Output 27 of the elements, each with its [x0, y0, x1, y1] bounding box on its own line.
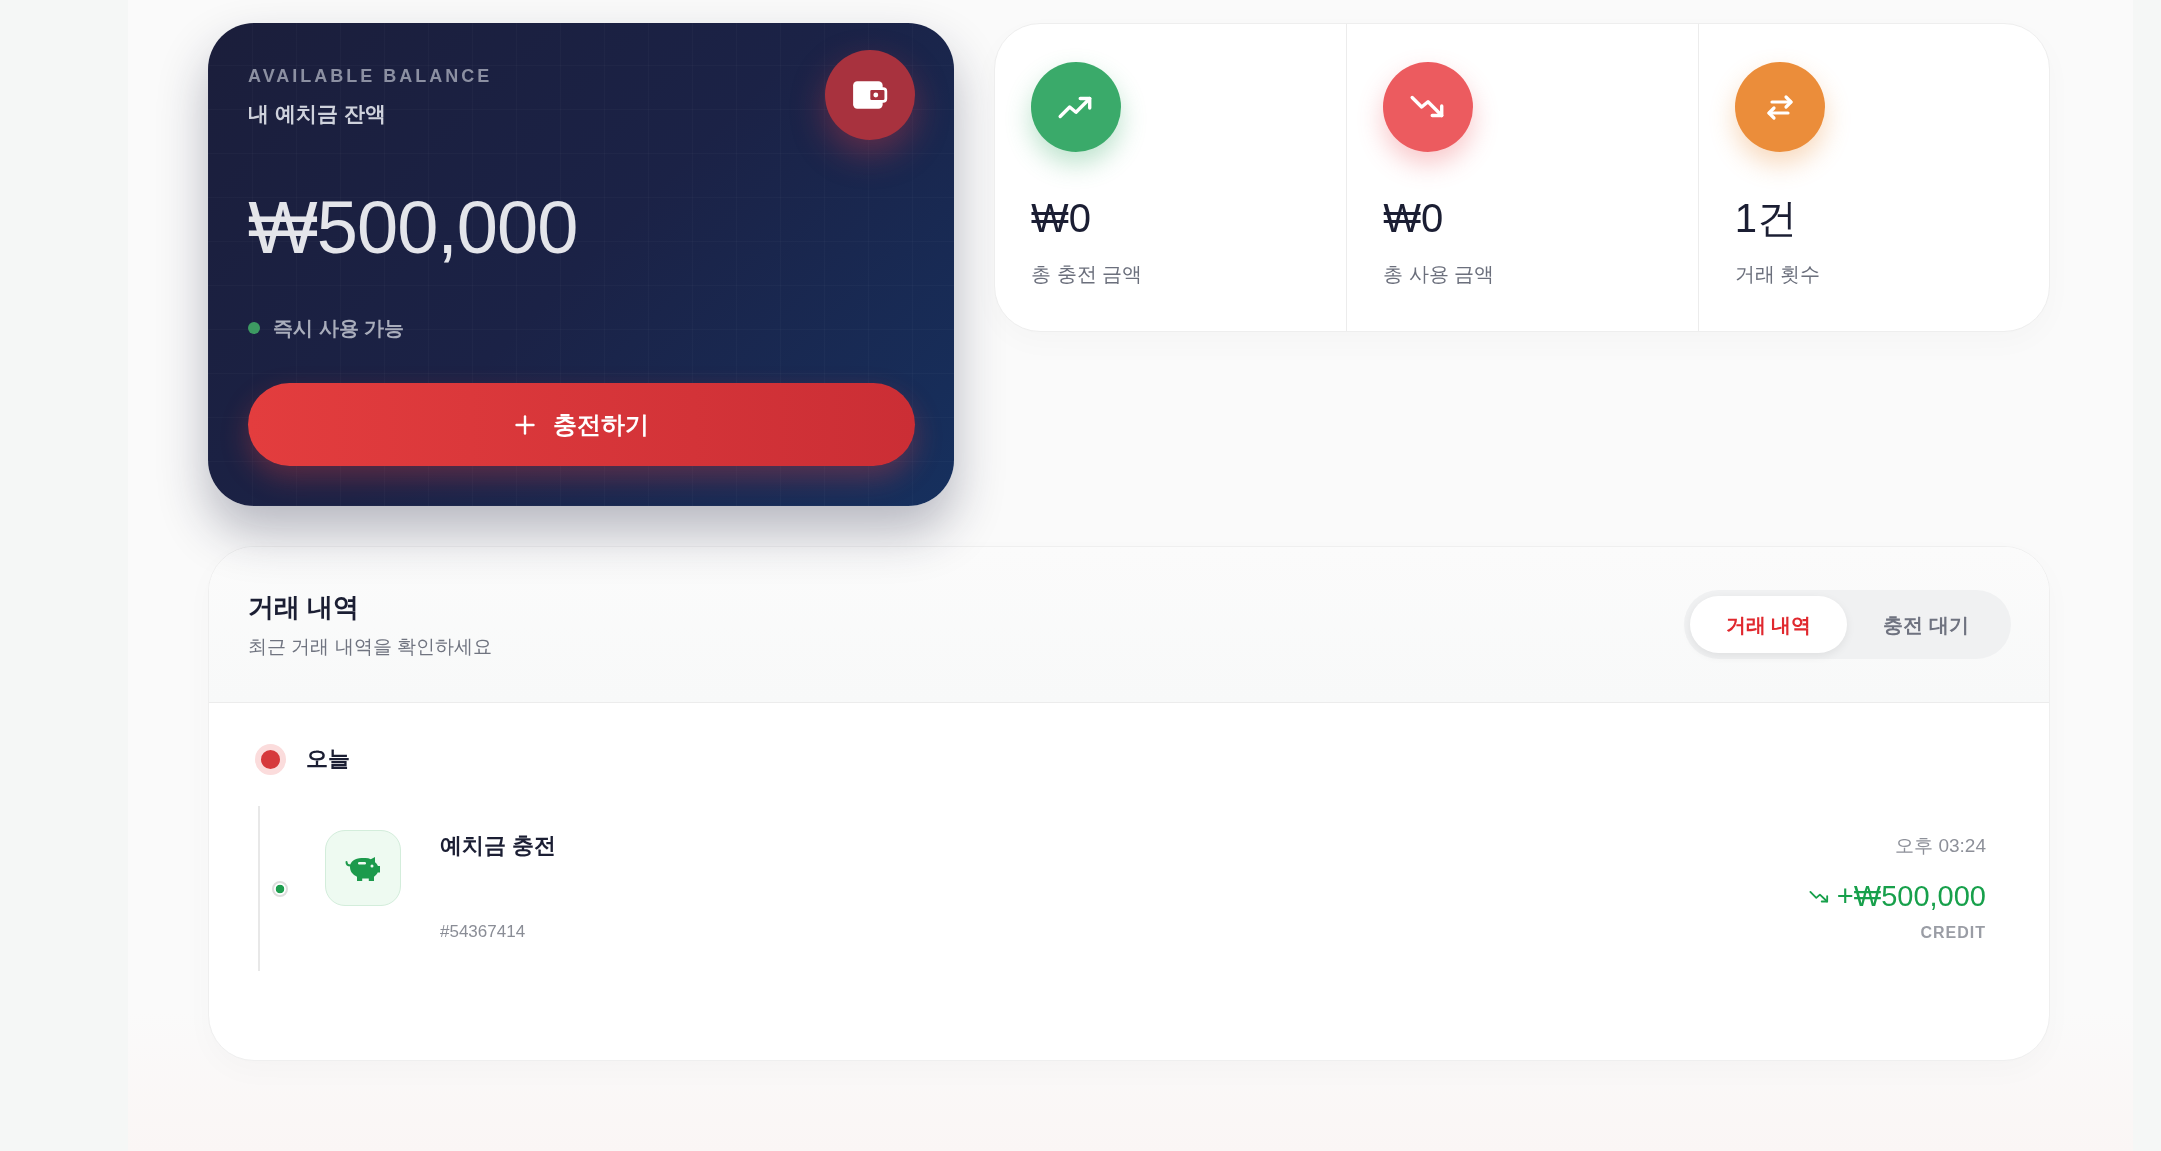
tab[interactable]: 충전 대기 — [1847, 596, 2005, 653]
balance-title: 내 예치금 잔액 — [248, 101, 387, 127]
stat-value: 1건 — [1734, 195, 1797, 242]
date-label: 오늘 — [306, 745, 350, 773]
stat-label: 거래 횟수 — [1734, 262, 1821, 287]
charge-button[interactable]: 충전하기 — [248, 383, 915, 466]
plus-icon — [514, 414, 535, 435]
balance-caption: AVAILABLE BALANCE — [248, 65, 493, 88]
trend-down-icon — [1808, 889, 1829, 903]
stat-label: 총 충전 금액 — [1031, 262, 1143, 287]
transaction-id: #54367414 — [440, 921, 526, 943]
transaction-amount: +₩500,000 — [1836, 879, 1986, 914]
transaction-title: 예치금 충전 — [440, 832, 557, 860]
tab[interactable]: 거래 내역 — [1689, 596, 1848, 653]
timeline-dot-icon — [272, 881, 288, 897]
stat-label: 총 사용 금액 — [1383, 262, 1495, 287]
status-text: 즉시 사용 가능 — [273, 316, 405, 341]
balance-amount: ₩500,000 — [248, 186, 578, 270]
stat-value: ₩0 — [1383, 195, 1444, 242]
timeline-dot-icon — [255, 743, 286, 775]
piggy-bank-icon — [325, 830, 401, 906]
transaction-type: CREDIT — [1920, 923, 1986, 943]
status-dot-icon — [248, 322, 260, 334]
section-subtitle: 최근 거래 내역을 확인하세요 — [248, 634, 492, 659]
transaction-time: 오후 03:24 — [1895, 834, 1986, 858]
stat-value: ₩0 — [1031, 195, 1091, 242]
section-title: 거래 내역 — [248, 590, 361, 624]
